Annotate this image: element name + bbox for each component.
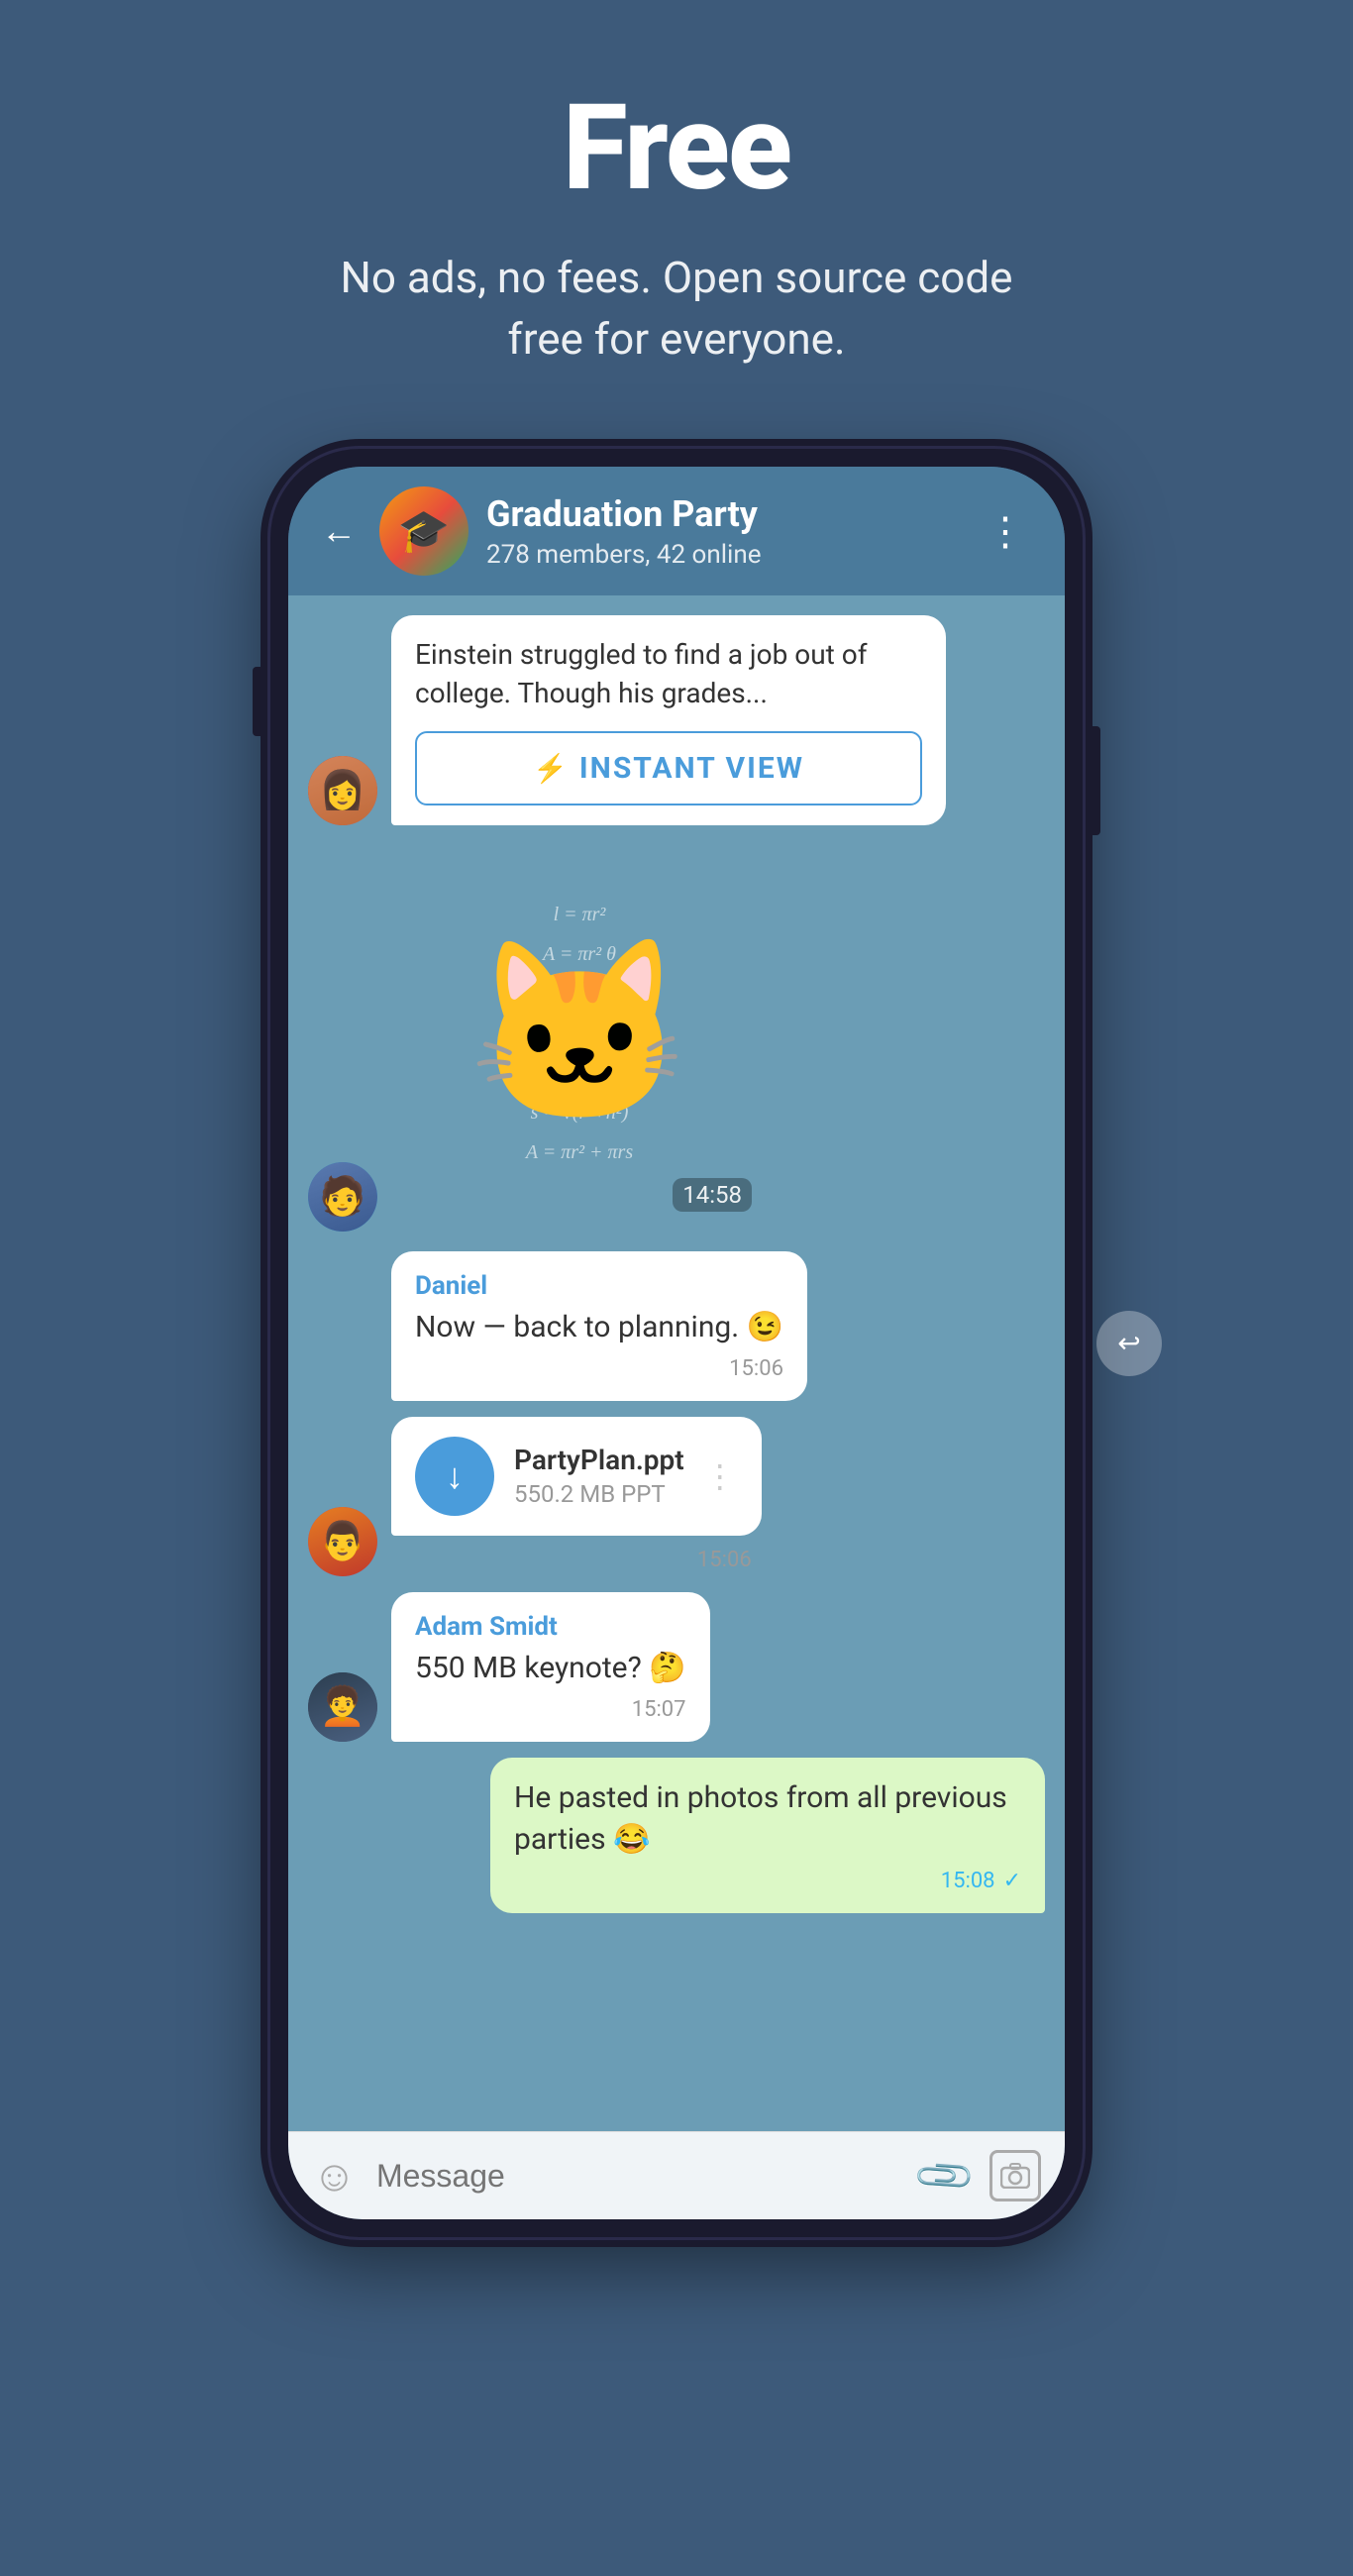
group-members: 278 members, 42 online [486, 540, 958, 570]
instant-view-button[interactable]: ⚡ INSTANT VIEW [415, 731, 922, 805]
adam-text: 550 MB keynote? 🤔 [415, 1648, 686, 1689]
daniel-bubble: Daniel Now — back to planning. 😉 15:06 [391, 1251, 807, 1401]
sticker-row: 🧑 l = πr² A = πr² θ V = l² h P = 2πr [308, 845, 1045, 1232]
instant-view-label: INSTANT VIEW [579, 751, 804, 786]
self-text: He pasted in photos from all previous pa… [514, 1777, 1021, 1861]
daniel-time: 15:06 [729, 1356, 783, 1381]
phone-wrapper: ← 🎓 Graduation Party 278 members, 42 onl… [270, 449, 1083, 2237]
sticker-area: l = πr² A = πr² θ V = l² h P = 2πr A = π… [391, 845, 768, 1222]
sticker-background: l = πr² A = πr² θ V = l² h P = 2πr A = π… [391, 845, 768, 1222]
cat-sticker: 🐱 [468, 944, 690, 1123]
message-input[interactable] [376, 2158, 900, 2195]
daniel-text: Now — back to planning. 😉 [415, 1307, 783, 1348]
file-name: PartyPlan.ppt [514, 1444, 684, 1476]
check-mark: ✓ [1003, 1869, 1021, 1893]
self-bubble: He pasted in photos from all previous pa… [490, 1758, 1045, 1913]
adam-time: 15:07 [632, 1697, 686, 1722]
chat-header: ← 🎓 Graduation Party 278 members, 42 onl… [288, 467, 1065, 595]
phone-frame: ← 🎓 Graduation Party 278 members, 42 onl… [270, 449, 1083, 2237]
file-footer: 15:06 [391, 1544, 762, 1576]
phone-screen: ← 🎓 Graduation Party 278 members, 42 onl… [288, 467, 1065, 2219]
file-time: 15:06 [697, 1548, 752, 1572]
avatar-girl: 👩 [308, 756, 377, 825]
daniel-sender: Daniel [415, 1271, 783, 1301]
more-button[interactable]: ⋮ [976, 503, 1037, 560]
sticker-wrapper: l = πr² A = πr² θ V = l² h P = 2πr A = π… [391, 845, 768, 1222]
emoji-button[interactable]: ☺ [312, 2150, 357, 2201]
avatar-girl-face: 👩 [308, 756, 377, 825]
chat-body: 👩 Einstein struggled to find a job out o… [288, 595, 1065, 2131]
article-text: Einstein struggled to find a job out of … [415, 635, 922, 712]
file-bubble: ↓ PartyPlan.ppt 550.2 MB PPT ⋮ [391, 1417, 762, 1536]
lightning-icon: ⚡ [533, 752, 568, 785]
sticker-time: 14:58 [673, 1178, 752, 1212]
hero-title: Free [563, 79, 790, 218]
avatar-guy3: 🧑‍🦱 [308, 1672, 377, 1742]
group-name: Graduation Party [486, 493, 958, 536]
adam-bubble: Adam Smidt 550 MB keynote? 🤔 15:07 [391, 1592, 710, 1742]
group-avatar-image: 🎓 [379, 486, 468, 576]
file-more-button[interactable]: ⋮ [704, 1457, 738, 1495]
avatar-guy1-face: 🧑 [308, 1162, 377, 1232]
input-bar: ☺ 📎 [288, 2131, 1065, 2219]
page-wrapper: Free No ads, no fees. Open source code f… [0, 0, 1353, 2576]
avatar-guy3-face: 🧑‍🦱 [308, 1672, 377, 1742]
adam-footer: 15:07 [415, 1697, 686, 1722]
self-footer: 15:08 ✓ [514, 1869, 1021, 1893]
group-avatar: 🎓 [379, 486, 468, 576]
file-download-icon[interactable]: ↓ [415, 1437, 494, 1516]
file-size: 550.2 MB PPT [514, 1480, 684, 1508]
self-time: 15:08 [941, 1869, 995, 1893]
file-info: PartyPlan.ppt 550.2 MB PPT [514, 1444, 684, 1508]
article-message: 👩 Einstein struggled to find a job out o… [308, 615, 1045, 824]
daniel-footer: 15:06 [415, 1356, 783, 1381]
camera-button[interactable] [989, 2150, 1041, 2201]
avatar-guy2-face: 👨 [308, 1507, 377, 1576]
message-self: He pasted in photos from all previous pa… [308, 1758, 1045, 1913]
message-daniel: Daniel Now — back to planning. 😉 15:06 [308, 1251, 1045, 1401]
hero-subtitle: No ads, no fees. Open source code free f… [330, 248, 1023, 370]
message-file: 👨 ↓ PartyPlan.ppt 550.2 MB PPT ⋮ [308, 1417, 1045, 1576]
attach-button[interactable]: 📎 [911, 2142, 979, 2209]
group-info: Graduation Party 278 members, 42 online [486, 493, 958, 570]
message-adam: 🧑‍🦱 Adam Smidt 550 MB keynote? 🤔 15:07 [308, 1592, 1045, 1742]
avatar-guy1: 🧑 [308, 1162, 377, 1232]
article-bubble: Einstein struggled to find a job out of … [391, 615, 946, 824]
avatar-guy2: 👨 [308, 1507, 377, 1576]
back-button[interactable]: ← [316, 505, 362, 557]
adam-sender: Adam Smidt [415, 1612, 686, 1642]
